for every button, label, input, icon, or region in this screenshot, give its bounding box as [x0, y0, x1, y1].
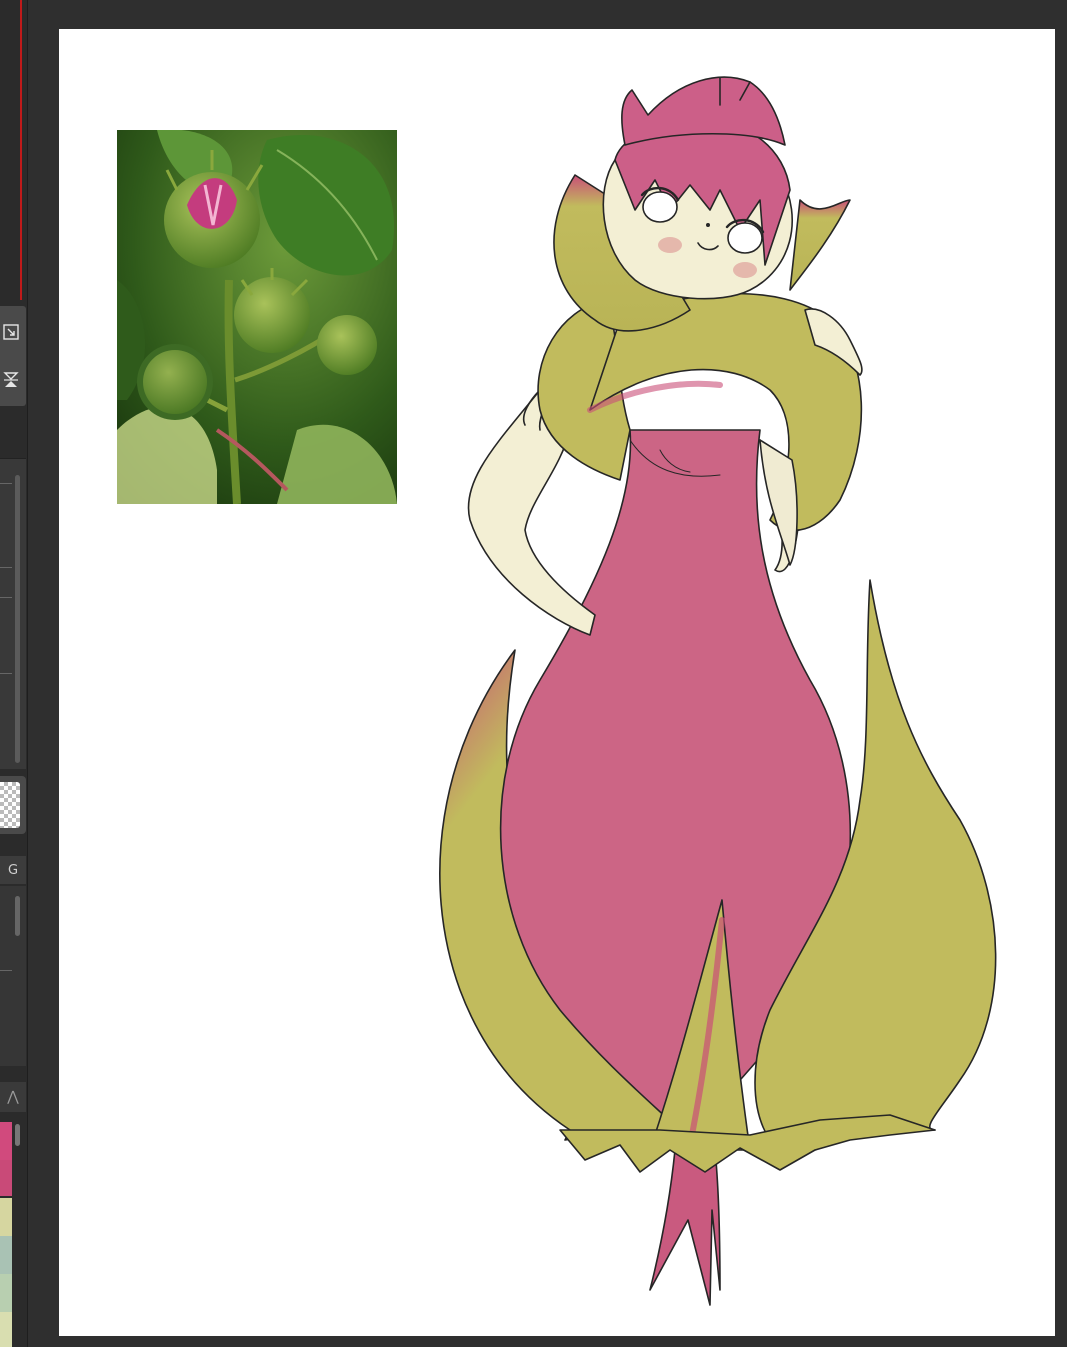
rose-bud-character-drawing	[420, 60, 1040, 1320]
panel-edge-highlight	[20, 0, 22, 300]
resize-corner-icon[interactable]	[0, 316, 22, 348]
transform-tool-group	[0, 306, 26, 406]
divider	[0, 597, 12, 598]
layer-property-panel	[0, 458, 26, 769]
caret-up-icon[interactable]: ⋀	[0, 1082, 26, 1112]
reference-photo-rose-buds	[117, 130, 397, 504]
divider	[0, 567, 12, 568]
divider	[0, 970, 12, 971]
layer-list-scrollbar[interactable]	[15, 896, 20, 936]
color-swatch-olive[interactable]	[0, 1198, 12, 1236]
transparency-toggle-button[interactable]	[0, 776, 26, 834]
color-swatch-sage[interactable]	[0, 1236, 12, 1274]
layer-list-panel	[0, 886, 26, 1066]
swatch-scrollbar[interactable]	[15, 1124, 20, 1146]
transparency-checker-icon	[0, 782, 20, 828]
flip-vertical-icon[interactable]	[0, 364, 22, 396]
color-swatch-pink[interactable]	[0, 1122, 12, 1160]
color-swatch-mint[interactable]	[0, 1274, 12, 1312]
divider	[0, 483, 12, 484]
color-swatch-cream[interactable]	[0, 1312, 12, 1347]
panel-scrollbar[interactable]	[15, 475, 20, 763]
divider	[0, 673, 12, 674]
panel-tab-g[interactable]: G	[0, 856, 26, 884]
color-swatch-rose[interactable]	[0, 1160, 12, 1196]
